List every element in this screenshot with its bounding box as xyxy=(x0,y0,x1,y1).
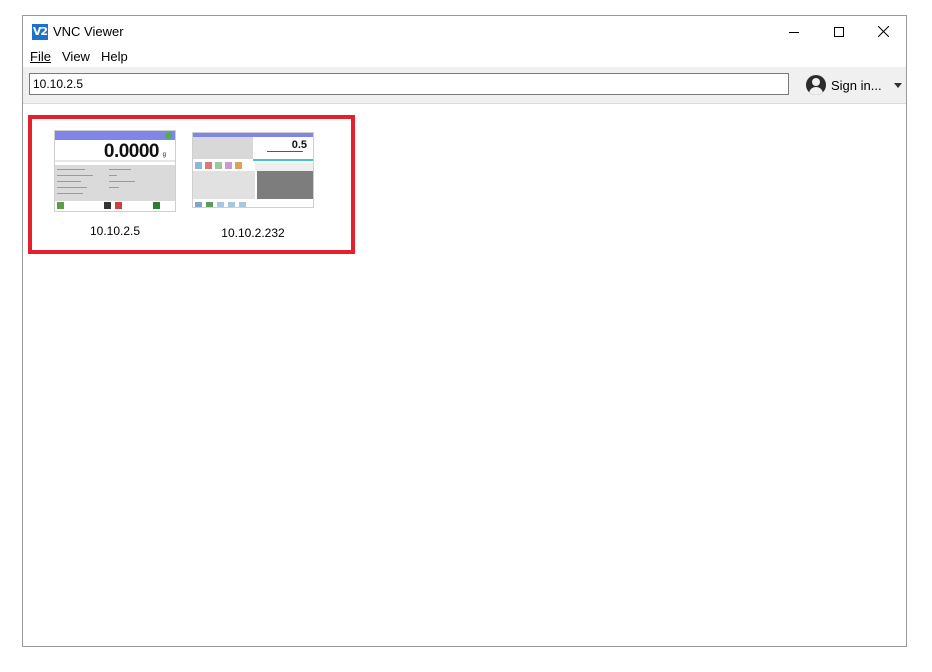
menu-view[interactable]: View xyxy=(62,49,90,64)
connection-thumbnail[interactable]: 0.0000 g xyxy=(54,130,176,212)
menu-file-label: File xyxy=(30,49,51,64)
vnc-app-icon: V2 xyxy=(32,24,48,40)
window-title: VNC Viewer xyxy=(53,24,124,39)
toolbar: 10.10.2.5 Sign in... xyxy=(23,67,906,104)
close-icon xyxy=(878,26,889,37)
connection-thumbnail[interactable]: 0.5 xyxy=(192,132,314,208)
menu-view-label: View xyxy=(62,49,90,64)
connection-tile[interactable]: 0.5 10.10.2.232 xyxy=(192,132,314,240)
menu-file[interactable]: File xyxy=(30,49,51,64)
connection-label: 10.10.2.232 xyxy=(221,226,285,240)
vnc-viewer-window: V2 VNC Viewer File View Help 10.10.2.5 S… xyxy=(22,15,907,647)
thumbnail-weight-value: 0.5 xyxy=(291,139,307,151)
minimize-button[interactable] xyxy=(771,16,816,47)
menu-help[interactable]: Help xyxy=(101,49,128,64)
chevron-down-icon[interactable] xyxy=(893,82,902,88)
connection-label: 10.10.2.5 xyxy=(89,224,141,238)
maximize-button[interactable] xyxy=(816,16,861,47)
menu-help-label: Help xyxy=(101,49,128,64)
address-input[interactable]: 10.10.2.5 xyxy=(29,73,789,95)
minimize-icon xyxy=(788,31,799,33)
close-button[interactable] xyxy=(861,16,906,47)
sign-in-button[interactable]: Sign in... xyxy=(806,74,902,96)
address-book-area[interactable]: 0.0000 g 10.10.2.5 0.5 10.10.2.232 xyxy=(23,104,906,646)
title-bar[interactable]: V2 VNC Viewer xyxy=(23,16,906,47)
user-avatar-icon xyxy=(806,75,826,95)
connection-tile[interactable]: 0.0000 g 10.10.2.5 xyxy=(54,130,176,238)
menu-bar: File View Help xyxy=(23,47,906,67)
thumbnail-unit: g xyxy=(162,152,166,158)
maximize-icon xyxy=(833,26,844,37)
sign-in-label: Sign in... xyxy=(831,77,882,93)
